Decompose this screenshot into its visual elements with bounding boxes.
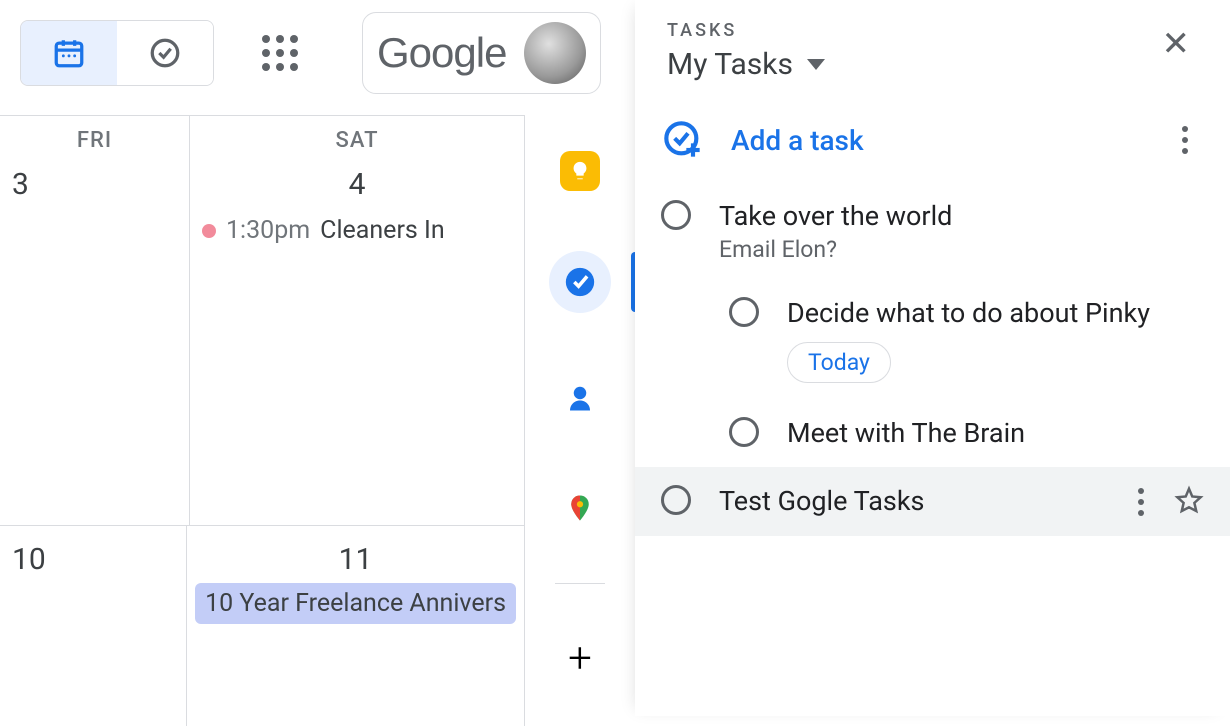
calendar-cell-sat[interactable]: SAT 4 1:30pm Cleaners In — [190, 116, 525, 525]
task-checkbox[interactable] — [661, 485, 691, 515]
star-icon — [1174, 485, 1204, 515]
calendar-icon — [52, 36, 86, 70]
lightbulb-icon — [569, 160, 591, 182]
day-label: FRI — [8, 128, 181, 153]
calendar-cell-fri[interactable]: FRI 3 — [0, 116, 190, 525]
maps-pin-icon — [565, 490, 595, 526]
add-app-button[interactable]: + — [555, 634, 605, 684]
task-checkbox[interactable] — [729, 297, 759, 327]
tasks-panel: TASKS My Tasks ✕ Add a task Take over th… — [635, 0, 1230, 716]
calendar-cell-fri-next[interactable]: 10 — [0, 526, 187, 726]
star-button[interactable] — [1174, 485, 1204, 519]
maps-app-button[interactable] — [555, 483, 605, 533]
task-checkbox[interactable] — [729, 417, 759, 447]
calendar-view-button[interactable] — [21, 21, 117, 85]
task-checkbox[interactable] — [661, 200, 691, 230]
day-number: 4 — [198, 167, 516, 202]
task-item[interactable]: Take over the world Email Elon? — [635, 182, 1230, 279]
add-task-icon — [663, 120, 703, 160]
calendar-event[interactable]: 1:30pm Cleaners In — [198, 216, 516, 245]
task-date-chip[interactable]: Today — [787, 342, 891, 383]
add-task-label: Add a task — [731, 124, 864, 157]
tasks-header: TASKS My Tasks ✕ — [635, 0, 1230, 106]
day-number: 10 — [8, 542, 178, 577]
task-list-name: My Tasks — [667, 47, 793, 82]
task-item[interactable]: Test Gogle Tasks — [635, 467, 1230, 535]
person-icon — [565, 383, 595, 413]
check-circle-icon — [148, 36, 182, 70]
close-icon: ✕ — [1162, 24, 1191, 64]
event-color-dot — [202, 224, 216, 238]
chevron-down-icon — [807, 59, 825, 70]
task-item-menu-button[interactable] — [1130, 480, 1152, 524]
tasks-app-button[interactable] — [549, 251, 611, 313]
calendar-cell-sat-next[interactable]: 11 10 Year Freelance Annivers — [187, 526, 525, 726]
task-title: Decide what to do about Pinky — [787, 295, 1204, 331]
plus-icon: + — [568, 638, 592, 680]
task-description: Email Elon? — [719, 236, 1204, 263]
side-rail: + — [525, 115, 635, 716]
tasks-view-button[interactable] — [117, 21, 213, 85]
close-button[interactable]: ✕ — [1154, 20, 1199, 68]
task-list: Take over the world Email Elon? Decide w… — [635, 182, 1230, 536]
task-list-selector[interactable]: My Tasks — [667, 47, 825, 82]
task-subitem[interactable]: Meet with The Brain — [635, 399, 1230, 467]
tasks-caption: TASKS — [667, 20, 825, 41]
kebab-icon — [1182, 126, 1188, 132]
tasks-icon — [563, 265, 597, 299]
contacts-app-button[interactable] — [555, 373, 605, 423]
google-logo: Google — [377, 29, 506, 77]
event-time: 1:30pm — [226, 216, 310, 245]
view-toggle — [20, 20, 214, 86]
calendar-event-chip[interactable]: 10 Year Freelance Annivers — [195, 583, 516, 624]
calendar-grid: FRI 3 SAT 4 1:30pm Cleaners In 10 11 10 … — [0, 115, 525, 716]
rail-divider — [555, 583, 605, 584]
event-title: Cleaners In — [320, 216, 444, 245]
task-title: Take over the world — [719, 198, 1204, 234]
task-subitem[interactable]: Decide what to do about Pinky Today — [635, 279, 1230, 398]
add-task-button[interactable]: Add a task — [663, 120, 864, 160]
keep-app-button[interactable] — [560, 151, 600, 191]
add-task-row: Add a task — [635, 106, 1230, 182]
day-number: 11 — [195, 542, 516, 577]
task-list-menu-button[interactable] — [1174, 118, 1196, 162]
task-title: Meet with The Brain — [787, 415, 1204, 451]
day-number: 3 — [8, 167, 181, 202]
day-label: SAT — [198, 128, 516, 153]
google-apps-button[interactable] — [248, 21, 312, 85]
account-switcher[interactable]: Google — [362, 12, 601, 94]
apps-grid-icon — [262, 35, 298, 71]
avatar[interactable] — [524, 22, 586, 84]
